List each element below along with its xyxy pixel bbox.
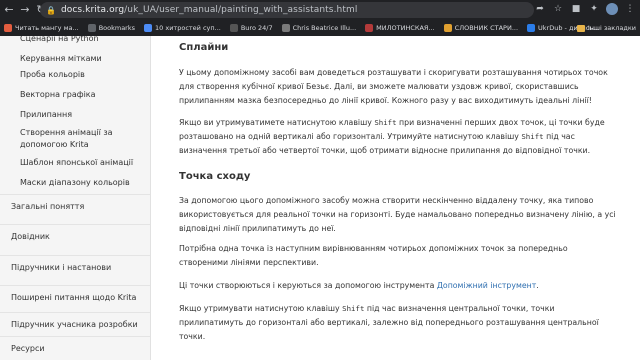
url-domain: docs.krita.org [60, 5, 125, 15]
star-icon[interactable]: ☆ [552, 3, 564, 15]
paragraph-shift-center: Якщо утримувати натиснутою клавішу Shift… [179, 302, 619, 344]
favicon-icon [4, 24, 12, 32]
paragraph-shift-splines: Якщо ви утримуватимете натиснутою клавіш… [179, 116, 619, 158]
bookmark-label: Bookmarks [98, 24, 136, 32]
forward-icon[interactable]: → [18, 3, 32, 17]
sidebar-subitem[interactable]: Прилипання [20, 109, 138, 121]
browser-chrome: ← → ↻ 🔒 docs.krita.org/uk_UA/user_manual… [0, 0, 640, 36]
paragraph-splines: У цьому допоміжному засобі вам доведетьс… [179, 68, 608, 105]
extensions-area: ➦ ☆ ■ ✦ ⋮ [534, 3, 636, 15]
favicon-icon [144, 24, 153, 32]
bookmark-item[interactable]: Читать мангу ма... [4, 24, 79, 32]
bookmark-item[interactable]: Bookmarks [87, 24, 136, 32]
paragraph-four-points: Потрібна одна точка із наступним вирівню… [179, 244, 568, 267]
bookmark-item[interactable]: 10 хитростей суп... [144, 24, 221, 32]
sidebar-subitem[interactable]: Шаблон японської анімації [20, 157, 138, 169]
favicon-icon [365, 24, 374, 32]
bookmark-label: Buro 24/7 [240, 24, 273, 32]
divider [0, 336, 150, 337]
text: Ці точки створюються і керуються за допо… [179, 281, 437, 290]
sidebar-item[interactable]: Загальні поняття [11, 202, 84, 211]
shift-key: Shift [374, 118, 397, 127]
lock-icon: 🔒 [46, 5, 56, 15]
other-bookmarks-label: Інші закладки [587, 24, 636, 32]
sidebar-subitem[interactable]: Сценарії на Python [20, 36, 138, 45]
sidebar-item[interactable]: Ресурси [11, 344, 45, 353]
bookmark-label: МИЛОТИНСКАЯ... [376, 24, 435, 32]
favicon-icon [443, 24, 452, 32]
share-icon[interactable]: ➦ [534, 3, 546, 15]
sidebar-item[interactable]: Підручник учасника розробки [11, 320, 138, 329]
url-path: /uk_UA/user_manual/painting_with_assista… [124, 5, 358, 15]
assistant-tool-link[interactable]: Допоміжний інструмент [437, 281, 537, 290]
main-content: Сплайни У цьому допоміжному засобі вам д… [151, 36, 640, 360]
favicon-icon [229, 24, 238, 32]
sidebar-item[interactable]: Підручники і настанови [11, 263, 111, 272]
sidebar-subitem[interactable]: Векторна графіка [20, 89, 138, 101]
other-bookmarks[interactable]: Інші закладки [576, 20, 636, 36]
puzzle-icon[interactable]: ✦ [588, 3, 600, 15]
text: Якщо ви утримуватимете натиснутою клавіш… [179, 118, 375, 127]
avatar[interactable] [606, 3, 618, 15]
heading-vanishing-point: Точка сходу [179, 171, 251, 182]
bookmarks-bar: Читать мангу ма... Bookmarks 10 хитростей … [0, 20, 640, 36]
sidebar-subitem[interactable]: Створення анімації за допомогою Krita [20, 127, 138, 151]
bookmark-label: СЛОВНИК СТАРИ... [454, 24, 519, 32]
bookmark-label: 10 хитростей суп... [155, 24, 221, 32]
divider [0, 312, 150, 313]
bookmark-item[interactable]: МИЛОТИНСКАЯ... [365, 24, 435, 32]
sidebar-item[interactable]: Довідник [11, 232, 50, 241]
folder-icon [576, 24, 585, 32]
bookmark-item[interactable]: СЛОВНИК СТАРИ... [443, 24, 519, 32]
text: Якщо утримувати натиснутою клавішу [179, 304, 343, 313]
bookmark-item[interactable]: Chris Beatrice Illu... [281, 24, 357, 32]
favicon-icon [527, 24, 536, 32]
sidebar-subitem[interactable]: Маски діапазону кольорів [20, 177, 138, 189]
divider [0, 255, 150, 256]
menu-icon[interactable]: ⋮ [624, 3, 636, 15]
shift-key: Shift [521, 132, 544, 141]
divider [0, 285, 150, 286]
sidebar: Сценарії на Python Керування мітками Проба… [0, 36, 151, 360]
divider [0, 224, 150, 225]
back-icon[interactable]: ← [2, 3, 16, 17]
divider [0, 194, 150, 195]
sidebar-subitem[interactable]: Керування мітками [20, 53, 138, 65]
sidebar-item[interactable]: Поширені питання щодо Krita [11, 293, 136, 302]
sidebar-subitem[interactable]: Проба кольорів [20, 69, 138, 81]
url-text[interactable]: docs.krita.org/uk_UA/user_manual/paintin… [61, 5, 357, 15]
address-bar[interactable]: 🔒 docs.krita.org/uk_UA/user_manual/paint… [40, 2, 534, 18]
shift-key: Shift [342, 304, 365, 313]
paragraph-vanishing-point: За допомогою цього допоміжного засобу мо… [179, 196, 616, 233]
bookmark-label: Читать мангу ма... [15, 24, 79, 32]
bookmark-item[interactable]: Buro 24/7 [229, 24, 273, 32]
bookmark-label: Chris Beatrice Illu... [292, 24, 357, 32]
address-row: ← → ↻ 🔒 docs.krita.org/uk_UA/user_manual… [0, 0, 640, 20]
text: . [536, 281, 539, 290]
paragraph-tool: Ці точки створюються і керуються за допо… [179, 279, 619, 293]
heading-splines: Сплайни [179, 42, 229, 53]
favicon-icon [87, 24, 96, 32]
extension-icon[interactable]: ■ [570, 3, 582, 15]
favicon-icon [281, 24, 290, 32]
